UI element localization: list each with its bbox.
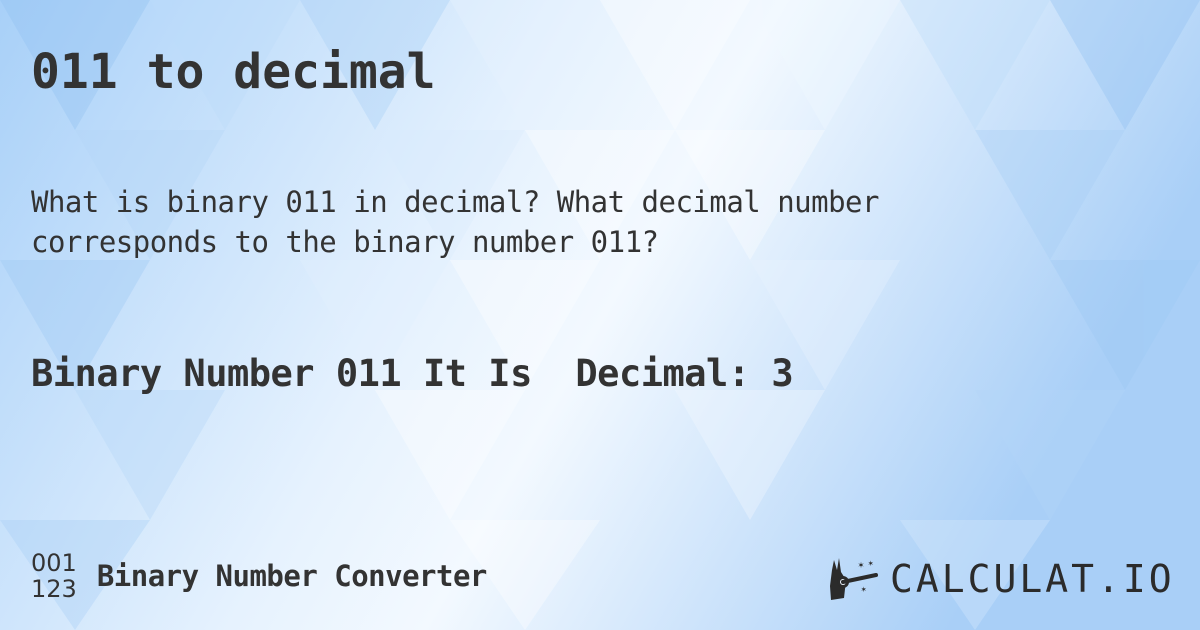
magic-wand-hand-icon: ✶ ✶ ✶ [830,558,878,600]
binary-icon-bottom: 123 [31,575,77,603]
answer-text: Binary Number 011 It Is Decimal: 3 [31,352,794,395]
logo-text: CALCULAT.IO [890,557,1175,601]
calculat-io-logo[interactable]: ✶ ✶ ✶ CALCULAT.IO [828,556,1175,602]
svg-text:✶: ✶ [858,560,864,571]
svg-text:✶: ✶ [861,585,867,595]
page-content: 011 to decimal What is binary 011 in dec… [0,0,1200,630]
binary-number-icon: 001 123 [31,550,77,602]
svg-text:✶: ✶ [868,559,874,569]
converter-label: Binary Number Converter [96,559,488,593]
converter-link[interactable]: 001 123 Binary Number Converter [31,550,487,602]
question-text: What is binary 011 in decimal? What deci… [31,185,879,259]
page-title: 011 to decimal [31,44,436,100]
binary-icon-top: 001 [31,549,77,577]
